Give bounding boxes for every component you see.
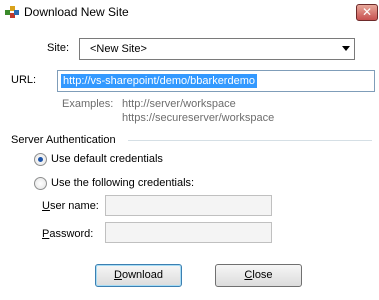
username-mnemonic: U	[42, 200, 50, 212]
username-field[interactable]	[105, 195, 272, 216]
close-button[interactable]: Close	[215, 264, 302, 287]
site-label: Site:	[47, 42, 70, 54]
option-custom-credentials-label[interactable]: Use the following credentials:	[51, 177, 194, 189]
url-input-value: http://vs-sharepoint/demo/bbarkerdemo	[61, 74, 257, 88]
site-dropdown-value: <New Site>	[90, 43, 147, 55]
auth-group-label: Server Authentication	[11, 134, 119, 146]
window-title: Download New Site	[24, 5, 129, 19]
username-label: User name:	[42, 200, 99, 212]
radio-selected-dot	[38, 157, 43, 162]
download-label: ownload	[121, 269, 163, 281]
username-label-text: ser name:	[49, 200, 99, 212]
examples-label: Examples:	[62, 98, 114, 110]
close-window-button[interactable]: ✕	[356, 4, 378, 21]
url-label: URL:	[11, 74, 37, 86]
site-dropdown[interactable]: <New Site>	[79, 38, 355, 60]
app-icon	[5, 6, 19, 18]
example-url-2: https://secureserver/workspace	[122, 112, 275, 124]
download-mnemonic: D	[114, 269, 122, 281]
close-label: lose	[252, 269, 273, 281]
password-label-text: assword:	[49, 228, 94, 240]
password-field[interactable]	[105, 222, 272, 243]
download-new-site-dialog: Download New Site ✕ Site: <New Site> URL…	[0, 0, 379, 300]
password-label: Password:	[42, 228, 93, 240]
option-default-credentials-label[interactable]: Use default credentials	[51, 153, 163, 165]
chevron-down-icon[interactable]	[342, 46, 350, 51]
title-bar[interactable]: Download New Site ✕	[0, 0, 379, 24]
url-input[interactable]: http://vs-sharepoint/demo/bbarkerdemo	[57, 70, 375, 92]
example-url-1: http://server/workspace	[122, 98, 236, 110]
radio-default-credentials[interactable]	[34, 153, 47, 166]
close-icon: ✕	[361, 5, 373, 19]
radio-custom-credentials[interactable]	[34, 177, 47, 190]
group-divider	[128, 140, 372, 141]
download-button[interactable]: Download	[95, 264, 182, 287]
